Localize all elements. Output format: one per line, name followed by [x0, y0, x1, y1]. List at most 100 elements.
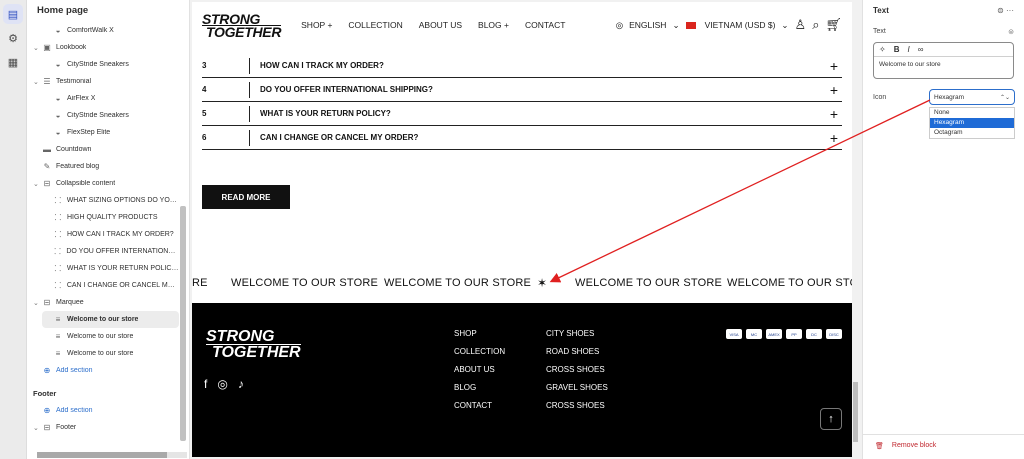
store-logo[interactable]: STRONG TOGETHER: [202, 12, 281, 39]
icon-select[interactable]: Hexagram ⌃⌄: [929, 89, 1015, 105]
section-tree-item[interactable]: ⸬ DO YOU OFFER INTERNATIONAL...: [27, 243, 179, 260]
footer-link[interactable]: ABOUT US: [454, 365, 505, 374]
marquee-text: WELCOME TO OUR STORE: [575, 277, 723, 289]
currency-selector[interactable]: VIETNAM (USD $): [705, 20, 776, 30]
cart-icon[interactable]: 🛒︎: [825, 17, 842, 33]
nav-link[interactable]: ABOUT US: [419, 20, 462, 30]
chevron-down-icon[interactable]: ⌄: [33, 78, 41, 86]
tiktok-icon[interactable]: ♪: [238, 377, 244, 391]
sidebar-scrollbar[interactable]: [180, 26, 186, 441]
settings-icon[interactable]: ⚙: [3, 28, 23, 48]
icon-option[interactable]: None: [930, 108, 1014, 118]
read-more-button[interactable]: READ MORE: [202, 185, 290, 209]
faq-number: 6: [202, 129, 250, 146]
sections-icon[interactable]: ▤: [3, 4, 23, 24]
footer-link[interactable]: COLLECTION: [454, 347, 505, 356]
dynamic-source-icon[interactable]: ⊜: [1008, 28, 1014, 36]
text-icon: ≡: [55, 332, 61, 341]
footer-link[interactable]: CITY SHOES: [546, 329, 608, 338]
sidebar-scroll-thumb[interactable]: [180, 206, 186, 441]
instagram-icon[interactable]: ◎: [217, 377, 227, 391]
more-actions-icon[interactable]: ⊜ ···: [997, 6, 1014, 15]
chevron-down-icon[interactable]: ⌄: [33, 44, 41, 52]
link-icon[interactable]: ∞: [918, 45, 924, 54]
icon-option[interactable]: Octagram: [930, 128, 1014, 138]
section-tree-item[interactable]: ⌄ ⊟ Collapsible content: [27, 175, 179, 192]
apps-icon[interactable]: ▦: [3, 52, 23, 72]
footer-link[interactable]: GRAVEL SHOES: [546, 383, 608, 392]
magic-icon[interactable]: ✧: [879, 45, 886, 54]
preview-scroll-thumb[interactable]: [853, 382, 858, 442]
section-tree-item[interactable]: ≡ Welcome to our store: [27, 345, 179, 362]
language-selector[interactable]: ENGLISH: [629, 20, 666, 30]
section-tree-item[interactable]: ◒ FlexStep Elite: [27, 124, 179, 141]
chevron-down-icon[interactable]: ⌄: [33, 424, 41, 432]
section-tree-item[interactable]: ⸬ WHAT IS YOUR RETURN POLICY?: [27, 260, 179, 277]
tree-item-label: Collapsible content: [56, 180, 116, 187]
section-tree-item[interactable]: ≡ Welcome to our store: [27, 328, 179, 345]
remove-block-button[interactable]: 🗑︎ Remove block: [875, 442, 936, 450]
text-input[interactable]: Welcome to our store: [874, 57, 1013, 72]
theme-editor: ▤ ⚙ ▦ Home page ◒ ComfortWalk X ⌄ ▣ Lookbook…: [0, 0, 1024, 459]
footer-link[interactable]: SHOP: [454, 329, 505, 338]
plus-icon[interactable]: +: [826, 58, 842, 74]
section-tree-item[interactable]: ⌄ ⊟ Footer: [27, 419, 179, 436]
faq-item[interactable]: 4 DO YOU OFFER INTERNATIONAL SHIPPING? +: [202, 78, 842, 102]
footer-link[interactable]: ROAD SHOES: [546, 347, 608, 356]
plus-icon[interactable]: +: [826, 130, 842, 146]
chevron-down-icon[interactable]: ⌄: [33, 180, 41, 188]
payment-icon: VISA: [726, 329, 742, 339]
faq-item[interactable]: 3 HOW CAN I TRACK MY ORDER? +: [202, 54, 842, 78]
section-tree-item[interactable]: ⸬ WHAT SIZING OPTIONS DO YOU...: [27, 192, 179, 209]
section-tree-item[interactable]: ◒ CityStride Sneakers: [27, 56, 179, 73]
section-tree-item[interactable]: ✎ Featured blog: [27, 158, 179, 175]
section-tree-item[interactable]: ≡ Welcome to our store: [42, 311, 179, 328]
section-tree-item[interactable]: ⸬ HIGH QUALITY PRODUCTS: [27, 209, 179, 226]
section-tree-item[interactable]: ▬ Countdown: [27, 141, 179, 158]
countdown-icon: ▬: [43, 145, 51, 154]
add-section-button[interactable]: ⊕ Add section: [27, 362, 179, 379]
facebook-icon[interactable]: f: [204, 377, 207, 391]
bold-icon[interactable]: B: [894, 45, 900, 54]
tree-item-label: Featured blog: [56, 163, 100, 170]
icon-option[interactable]: Hexagram: [930, 118, 1014, 128]
footer-link[interactable]: CROSS SHOES: [546, 401, 608, 410]
chevron-down-icon[interactable]: ⌄: [33, 299, 41, 307]
marquee-text: WELCOME TO OUR STORE: [384, 277, 532, 289]
nav-link[interactable]: SHOP +: [301, 20, 332, 30]
store-preview: STRONG TOGETHER SHOP + COLLECTION ABOUT US…: [192, 2, 852, 457]
section-tree-item[interactable]: ⌄ ⊟ Marquee: [27, 294, 179, 311]
sidebar-horizontal-scrollbar[interactable]: [37, 452, 187, 458]
faq-item[interactable]: 6 CAN I CHANGE OR CANCEL MY ORDER? +: [202, 126, 842, 150]
icon-setting-label: Icon: [873, 93, 887, 101]
sidebar-hscroll-thumb[interactable]: [37, 452, 167, 458]
section-tree-item[interactable]: ⸬ CAN I CHANGE OR CANCEL MY ...: [27, 277, 179, 294]
account-icon[interactable]: ♙: [795, 17, 807, 33]
tree-item-label: ComfortWalk X: [67, 27, 114, 34]
richtext-editor[interactable]: ✧ B I ∞ Welcome to our store: [873, 42, 1014, 79]
plus-icon[interactable]: +: [826, 106, 842, 122]
tree-item-label: HIGH QUALITY PRODUCTS: [67, 214, 158, 221]
nav-link[interactable]: COLLECTION: [348, 20, 402, 30]
preview-scrollbar[interactable]: [852, 2, 859, 457]
footer-link[interactable]: BLOG: [454, 383, 505, 392]
nav-link[interactable]: BLOG +: [478, 20, 509, 30]
section-tree-item[interactable]: ⌄ ☰ Testimonial: [27, 73, 179, 90]
section-tree-item[interactable]: ◒ AirFlex X: [27, 90, 179, 107]
blog-icon: ✎: [43, 162, 51, 171]
nav-link[interactable]: CONTACT: [525, 20, 565, 30]
footer-logo[interactable]: STRONG TOGETHER: [206, 329, 301, 361]
section-tree-item[interactable]: ⌄ ▣ Lookbook: [27, 39, 179, 56]
plus-icon[interactable]: +: [826, 82, 842, 98]
footer-link[interactable]: CONTACT: [454, 401, 505, 410]
faq-item[interactable]: 5 WHAT IS YOUR RETURN POLICY? +: [202, 102, 842, 126]
footer-link[interactable]: CROSS SHOES: [546, 365, 608, 374]
search-icon[interactable]: ⌕: [812, 17, 819, 33]
italic-icon[interactable]: I: [907, 45, 909, 54]
section-tree-item[interactable]: ◒ CityStride Sneakers: [27, 107, 179, 124]
add-section-button[interactable]: ⊕ Add section: [27, 402, 179, 419]
panel-divider: [863, 434, 1024, 435]
section-tree-item[interactable]: ⸬ HOW CAN I TRACK MY ORDER?: [27, 226, 179, 243]
section-tree-item[interactable]: ◒ ComfortWalk X: [27, 22, 179, 39]
back-to-top-button[interactable]: ↑: [820, 408, 842, 430]
